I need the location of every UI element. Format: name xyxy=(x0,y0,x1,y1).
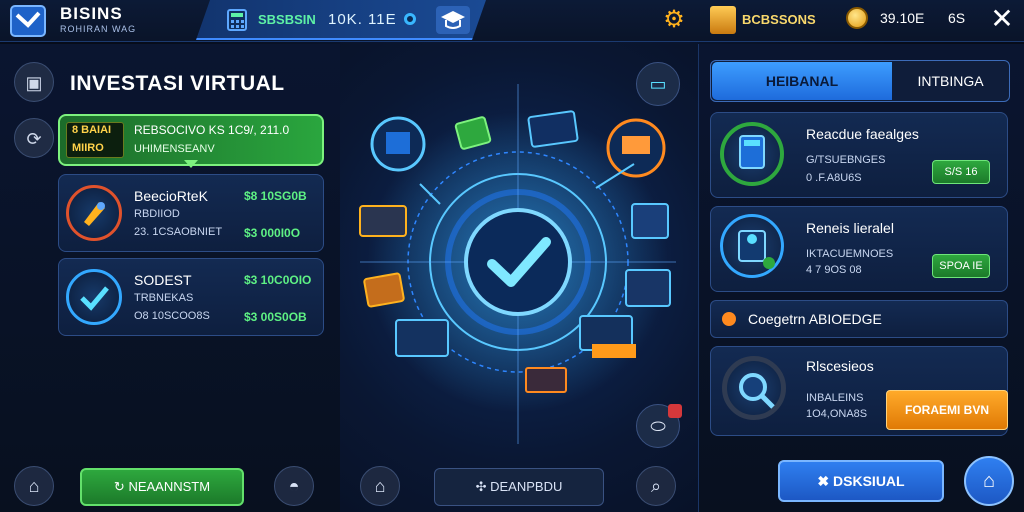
portfolio-icon-button[interactable]: ▣ xyxy=(14,62,54,102)
research-subtitle: INBALEINS xyxy=(806,392,864,404)
investment-value-secondary: $3 000I0O xyxy=(244,226,301,240)
featured-badge-line1: 8 BAIAI xyxy=(72,124,112,136)
portfolio-icon: ▣ xyxy=(25,73,43,93)
investment-value-secondary: $3 00S0OB xyxy=(244,310,307,324)
settings-gear-icon[interactable]: ⚙ xyxy=(660,6,688,34)
investment-detail: O8 10SCOO8S xyxy=(134,310,210,322)
cash-register-icon xyxy=(363,272,405,308)
home-button[interactable]: ⌂ xyxy=(14,466,54,506)
dashboard-button-label: DEANPBDU xyxy=(490,479,563,494)
pot-button[interactable]: ◓ xyxy=(274,466,314,506)
calculator-icon xyxy=(720,122,784,186)
app-brand-sub: ROHIRAN WAG xyxy=(60,24,137,34)
checkmark-icon xyxy=(66,269,122,325)
ledger-label: BCBSSONS xyxy=(742,12,816,27)
calculator-icon xyxy=(227,9,247,31)
investment-subtitle: TRBNEKAS xyxy=(134,292,194,304)
featured-title: REBSOCIVO KS 1C9/, 211.0 xyxy=(134,123,290,137)
dashboard-button[interactable]: ✣ DEANPBDU xyxy=(434,468,604,506)
laptop-icon xyxy=(606,118,666,178)
ledger-book-icon[interactable] xyxy=(710,6,736,34)
home-icon: ⌂ xyxy=(28,476,40,496)
asset-action-button[interactable]: S/S 16 xyxy=(932,160,990,184)
asset-detail: 4 7 9OS 08 xyxy=(806,264,862,276)
top-bar xyxy=(0,0,1024,42)
presentation-board-icon xyxy=(631,203,669,239)
category-dot-icon xyxy=(722,312,736,326)
confirm-button[interactable]: ✖ DSKSIUAL xyxy=(778,460,944,502)
featured-badge-line2: MIIRO xyxy=(72,142,104,154)
bar-chart-icon xyxy=(625,269,671,307)
category-title: Coegetrn ABIOEDGE xyxy=(748,311,882,327)
featured-subtitle: UHIMENSEANV xyxy=(134,143,215,155)
coin-balance: 39.10E xyxy=(880,10,925,26)
research-detail: 1O4,ONA8S xyxy=(806,408,868,420)
home-icon: ⌂ xyxy=(982,470,996,492)
rocket-icon xyxy=(66,185,122,241)
pill-icon: ⬭ xyxy=(650,416,666,436)
home-button[interactable]: ⌂ xyxy=(360,466,400,506)
asset-subtitle: IKTACUEMNOES xyxy=(806,248,894,260)
asset-subtitle: G/TSUEBNGES xyxy=(806,154,886,166)
investment-title: SODEST xyxy=(134,272,192,288)
document-report-icon xyxy=(720,214,784,278)
pot-icon: ◓ xyxy=(288,476,300,496)
research-title: Rlscesieos xyxy=(806,358,874,374)
investment-title: BeecioRteK xyxy=(134,188,208,204)
investment-value: $8 10SG0B xyxy=(244,189,307,203)
app-logo-icon xyxy=(10,5,46,37)
stock-ticker-icon xyxy=(525,367,567,393)
asset-detail: 0 .F.A8U6S xyxy=(806,172,862,184)
laptop-chart-icon xyxy=(359,205,407,237)
graduation-cap-icon xyxy=(441,11,465,29)
page-title: INVESTASI VIRTUAL xyxy=(70,72,285,95)
close-button[interactable]: ✕ xyxy=(982,2,1022,38)
chart-screen-icon xyxy=(527,110,579,148)
investment-value: $3 10C0OIO xyxy=(244,273,312,287)
invest-button-label: NEAANNSTM xyxy=(128,479,211,494)
asset-title: Reneis lieralel xyxy=(806,220,894,236)
coin-icon xyxy=(846,7,868,29)
refresh-icon: ↻ xyxy=(113,479,129,494)
status-label: SBSBSIN xyxy=(258,12,316,27)
close-icon: ✕ xyxy=(990,3,1014,34)
app-brand: BISINS xyxy=(60,4,123,23)
home-icon: ⌂ xyxy=(374,476,386,496)
monitor-chart-icon xyxy=(395,319,449,357)
search-icon: ⌕ xyxy=(650,476,662,496)
asset-title: Reacdue faealges xyxy=(806,126,919,142)
refresh-icon: ⟳ xyxy=(26,129,42,149)
coin-balance-secondary: 6S xyxy=(948,10,966,26)
research-action-button[interactable]: FORAEMI BVN xyxy=(886,390,1008,430)
investment-hub-illustration xyxy=(359,84,676,444)
status-indicator xyxy=(404,13,416,25)
investment-subtitle: RBDIIOD xyxy=(134,208,180,220)
tab-intbinga[interactable]: INTBINGA xyxy=(893,62,1008,100)
invest-button[interactable]: ↻ NEAANNSTM xyxy=(80,468,244,506)
confirm-button-label: DSKSIUAL xyxy=(833,473,905,489)
tab-heibanal[interactable]: HEIBANAL xyxy=(712,62,892,100)
status-value: 10K. 11E xyxy=(328,11,397,28)
graduation-cap-button[interactable] xyxy=(436,6,470,34)
investment-detail: 23. 1CSAOBNIET xyxy=(134,226,223,238)
tools-icon: ✖ xyxy=(817,473,834,489)
refresh-icon-button[interactable]: ⟳ xyxy=(14,118,54,158)
screen-button[interactable]: ▭ xyxy=(636,62,680,106)
document-icon xyxy=(370,116,426,172)
notification-badge xyxy=(668,404,682,418)
search-button[interactable]: ⌕ xyxy=(636,466,676,506)
magnifier-icon xyxy=(722,356,786,420)
screen-icon: ▭ xyxy=(649,74,667,94)
asset-action-button[interactable]: SPOA IE xyxy=(932,254,990,278)
network-icon: ✣ xyxy=(475,479,491,494)
home-button[interactable]: ⌂ xyxy=(964,456,1014,506)
